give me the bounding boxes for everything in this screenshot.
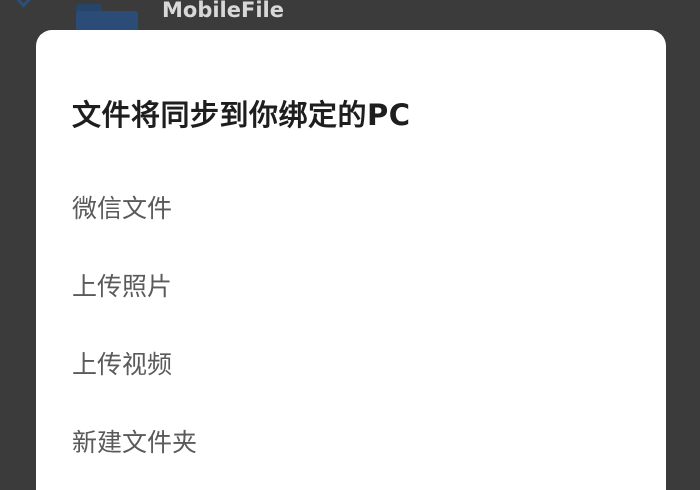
menu-item-wechat-files[interactable]: 微信文件 xyxy=(36,170,666,248)
sync-dialog: 文件将同步到你绑定的PC 微信文件 上传照片 上传视频 新建文件夹 xyxy=(36,30,666,490)
menu-item-upload-photos[interactable]: 上传照片 xyxy=(36,248,666,326)
chevron-left-icon xyxy=(16,0,34,8)
screen: MobileFile 文件将同步到你绑定的PC 微信文件 上传照片 上传视频 新… xyxy=(0,0,700,490)
dialog-title: 文件将同步到你绑定的PC xyxy=(72,98,411,132)
menu-item-new-folder[interactable]: 新建文件夹 xyxy=(36,404,666,482)
background-file-name: MobileFile xyxy=(162,0,284,22)
menu-item-upload-videos[interactable]: 上传视频 xyxy=(36,326,666,404)
dialog-menu: 微信文件 上传照片 上传视频 新建文件夹 xyxy=(36,170,666,482)
